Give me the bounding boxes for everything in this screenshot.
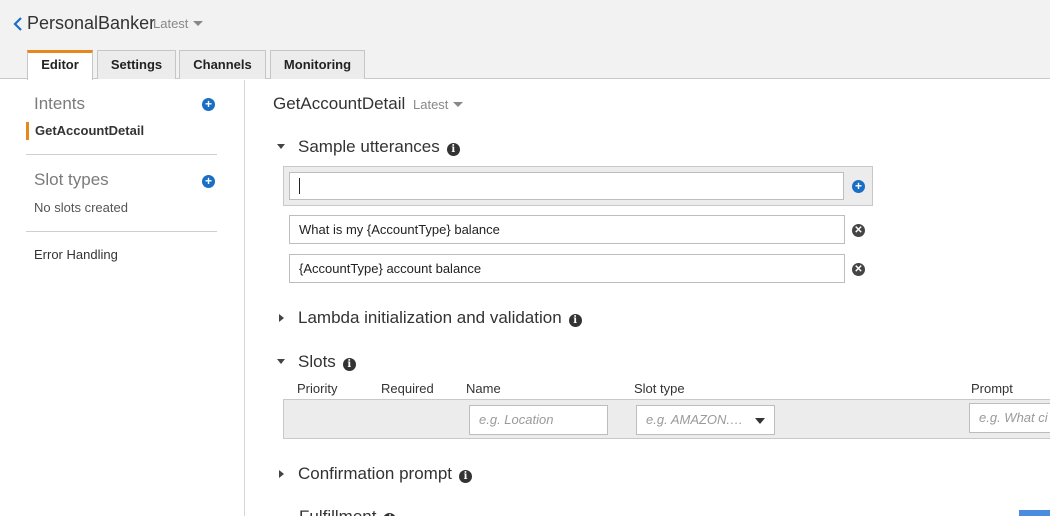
confirmation-prompt-header[interactable]: Confirmation prompt i [277,464,473,484]
tab-editor[interactable]: Editor [27,50,93,80]
column-header-priority: Priority [297,381,338,396]
new-utterance-row: + [283,166,873,206]
intents-heading: Intents [34,94,86,113]
caret-down-icon [453,102,464,107]
no-slots-text: No slots created [34,200,128,215]
new-utterance-input[interactable] [289,172,844,200]
add-slot-type-icon[interactable]: + [202,175,215,188]
slots-heading: Slots [298,352,336,371]
column-header-required: Required [381,381,434,396]
sidebar-item-getaccountdetail[interactable]: GetAccountDetail [35,123,144,138]
intent-version-dropdown[interactable]: Latest [413,97,464,112]
top-bar: PersonalBanker Latest Editor Settings Ch… [0,0,1050,80]
text-cursor [299,178,300,194]
info-icon[interactable]: i [568,314,582,327]
caret-down-icon [193,21,204,26]
new-slot-row: e.g. Location e.g. AMAZON.… e.g. What ci [283,399,1050,439]
collapse-triangle-icon [277,144,285,149]
remove-utterance-icon[interactable]: ✕ [852,263,865,276]
slot-type-placeholder: e.g. AMAZON.… [646,412,744,427]
add-utterance-icon[interactable]: + [852,180,865,193]
collapse-triangle-icon [277,359,285,364]
column-header-prompt: Prompt [971,381,1013,396]
info-icon[interactable]: i [342,358,356,371]
add-intent-icon[interactable]: + [202,98,215,111]
slot-type-select[interactable]: e.g. AMAZON.… [636,405,775,435]
tab-monitoring[interactable]: Monitoring [270,50,365,79]
primary-button[interactable] [1019,510,1050,516]
info-icon[interactable]: i [459,470,473,483]
slot-types-heading: Slot types [34,170,109,189]
intent-version-label: Latest [413,97,449,112]
sample-utterances-header[interactable]: Sample utterances i [277,137,460,157]
slots-header[interactable]: Slots i [277,352,356,372]
expand-triangle-icon [279,470,284,478]
lambda-heading: Lambda initialization and validation [298,308,562,327]
column-header-name: Name [466,381,501,396]
column-header-slot-type: Slot type [634,381,685,396]
intent-title: GetAccountDetail [273,94,406,113]
bot-version-label: Latest [153,16,189,31]
lambda-header[interactable]: Lambda initialization and validation i [277,308,582,328]
slot-name-input[interactable]: e.g. Location [469,405,608,435]
remove-utterance-icon[interactable]: ✕ [852,224,865,237]
divider [26,154,217,155]
divider [26,231,217,232]
bot-version-dropdown[interactable]: Latest [153,16,204,31]
sidebar: Intents + GetAccountDetail Slot types + … [0,80,245,516]
chevron-left-icon[interactable] [10,15,28,33]
expand-triangle-icon [279,314,284,322]
tab-channels[interactable]: Channels [179,50,266,79]
utterance-item[interactable]: {AccountType} account balance [289,254,845,283]
selected-indicator [26,122,29,140]
info-icon[interactable]: i [446,143,460,156]
caret-down-icon [755,418,765,424]
bot-name[interactable]: PersonalBanker [27,13,155,34]
confirmation-prompt-heading: Confirmation prompt [298,464,453,483]
sidebar-item-error-handling[interactable]: Error Handling [34,247,118,262]
fulfillment-heading: Fulfillment [299,507,376,516]
sample-utterances-heading: Sample utterances [298,137,440,156]
slot-prompt-input[interactable]: e.g. What ci [969,403,1050,433]
fulfillment-header[interactable]: Fulfillmenti [299,507,397,516]
utterance-item[interactable]: What is my {AccountType} balance [289,215,845,244]
tab-settings[interactable]: Settings [97,50,176,79]
